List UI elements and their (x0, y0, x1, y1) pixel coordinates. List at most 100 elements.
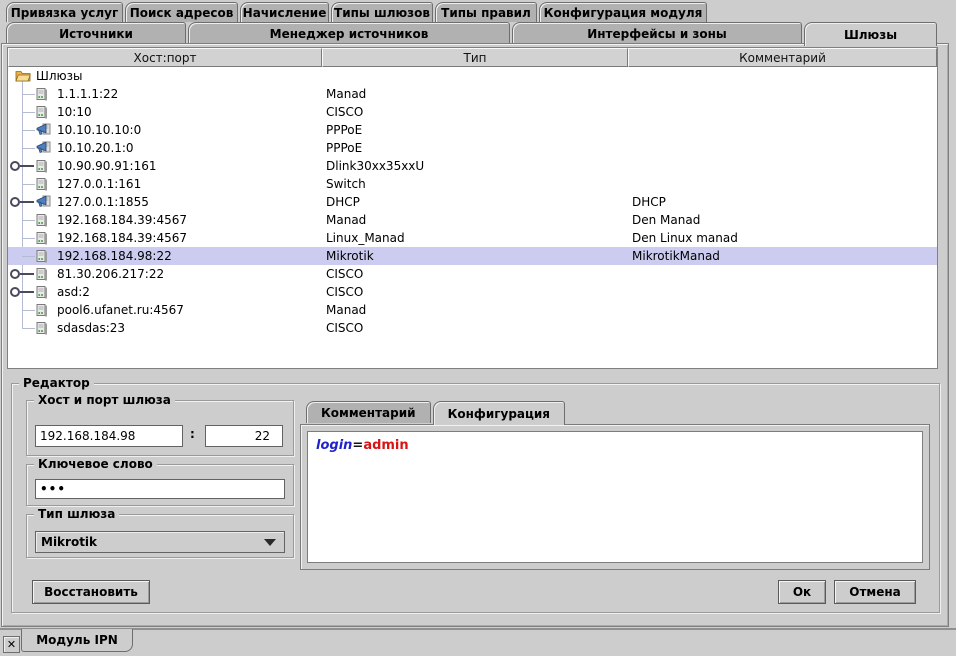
restore-button[interactable]: Восстановить (32, 580, 150, 604)
tab-rule-types[interactable]: Типы правил (435, 2, 537, 22)
gateway-comment-cell (628, 157, 937, 175)
editor-group-title: Редактор (19, 376, 94, 390)
gateway-host-label: 192.168.184.39:4567 (57, 211, 187, 229)
server-icon (36, 267, 52, 281)
table-row[interactable]: 10.10.10.10:0PPPoE (8, 121, 937, 139)
gateway-host-cell: asd:2 (8, 283, 322, 301)
gateway-comment-cell (628, 67, 937, 85)
gateway-comment-cell (628, 265, 937, 283)
gateway-comment-cell (628, 103, 937, 121)
gateway-host-cell: 81.30.206.217:22 (8, 265, 322, 283)
host-input[interactable] (35, 425, 183, 447)
table-row[interactable]: 127.0.0.1:161Switch (8, 175, 937, 193)
tab-service-binding[interactable]: Привязка услуг (6, 2, 123, 22)
table-row[interactable]: 81.30.206.217:22 CISCO (8, 265, 937, 283)
gateway-host-cell: sdasdas:23 (8, 319, 322, 337)
gateway-host-cell: 10.10.10.10:0 (8, 121, 322, 139)
gateway-host-cell: 192.168.184.39:4567 (8, 229, 322, 247)
server-icon (36, 303, 52, 317)
table-row[interactable]: 10.10.20.1:0 PPPoE (8, 139, 937, 157)
table-row[interactable]: 10.90.90.91:161Dlink30xx35xxU (8, 157, 937, 175)
keyword-group: Ключевое слово (26, 464, 294, 506)
tab-configuration[interactable]: Конфигурация (433, 401, 565, 425)
table-row[interactable]: 192.168.184.98:22MikrotikMikrotikManad (8, 247, 937, 265)
editor-subtabs: КомментарийКонфигурация (306, 401, 565, 424)
tab-address-search[interactable]: Поиск адресов (125, 2, 238, 22)
config-equals: = (352, 438, 363, 453)
table-row[interactable]: sdasdas:23CISCO (8, 319, 937, 337)
gateway-type-group-title: Тип шлюза (34, 507, 119, 521)
gateway-host-label: pool6.ufanet.ru:4567 (57, 301, 184, 319)
expand-handle-icon[interactable] (8, 283, 34, 301)
keyword-password-input[interactable] (35, 479, 285, 499)
configuration-textarea[interactable]: login=admin (307, 431, 923, 563)
gateway-comment-cell: DHCP (628, 193, 937, 211)
gateway-type-cell (322, 67, 628, 85)
port-input[interactable] (205, 425, 283, 447)
open-folder-icon (15, 69, 31, 83)
tab-gateway-types[interactable]: Типы шлюзов (331, 2, 433, 22)
gateway-host-label: Шлюзы (36, 67, 82, 85)
column-header-host-port[interactable]: Хост:порт (8, 48, 322, 67)
server-icon (36, 87, 52, 101)
gateway-host-cell: 10.10.20.1:0 (8, 139, 322, 157)
tab-gateways[interactable]: Шлюзы (804, 22, 937, 46)
server-icon (36, 285, 52, 299)
tab-interfaces-zones[interactable]: Интерфейсы и зоны (512, 22, 802, 44)
gateway-host-cell: 10:10 (8, 103, 322, 121)
server-icon (36, 177, 52, 191)
table-row[interactable]: 192.168.184.39:4567ManadDen Manad (8, 211, 937, 229)
tree-branch-line (8, 247, 34, 265)
gateway-comment-cell (628, 121, 937, 139)
expand-handle-icon[interactable] (8, 265, 34, 283)
gateway-type-cell: CISCO (322, 265, 628, 283)
server-icon (36, 321, 52, 335)
gateway-host-cell: Шлюзы (8, 67, 322, 85)
server-icon (36, 249, 52, 263)
tab-comment[interactable]: Комментарий (306, 401, 431, 423)
tab-source-manager[interactable]: Менеджер источников (188, 22, 510, 44)
gateway-host-label: 81.30.206.217:22 (57, 265, 164, 283)
column-header-type[interactable]: Тип (322, 48, 628, 67)
gateway-comment-cell (628, 319, 937, 337)
table-row[interactable]: asd:2CISCO (8, 283, 937, 301)
gateway-type-cell: Mikrotik (322, 247, 628, 265)
expand-handle-icon[interactable] (8, 157, 34, 175)
gateway-host-label: 192.168.184.98:22 (57, 247, 172, 265)
host-port-group-title: Хост и порт шлюза (34, 393, 175, 407)
gateway-type-cell: Manad (322, 301, 628, 319)
expand-handle-icon[interactable] (8, 193, 34, 211)
table-row[interactable]: 127.0.0.1:1855 DHCPDHCP (8, 193, 937, 211)
gateway-type-cell: PPPoE (322, 121, 628, 139)
megaphone-icon (36, 141, 52, 155)
gateway-host-cell: 1.1.1.1:22 (8, 85, 322, 103)
tree-branch-line (8, 175, 34, 193)
host-port-separator: : (190, 427, 195, 441)
gateway-comment-cell (628, 301, 937, 319)
tab-module-configuration[interactable]: Конфигурация модуля (539, 2, 707, 22)
tree-branch-line (8, 85, 34, 103)
tree-branch-line (8, 229, 34, 247)
table-row[interactable]: 192.168.184.39:4567Linux_ManadDen Linux … (8, 229, 937, 247)
tab-accrual[interactable]: Начисление (240, 2, 329, 22)
gateway-host-label: 127.0.0.1:1855 (57, 193, 149, 211)
table-row[interactable]: 10:10CISCO (8, 103, 937, 121)
table-row[interactable]: 1.1.1.1:22Manad (8, 85, 937, 103)
tab-module-ipn[interactable]: Модуль IPN (21, 629, 133, 652)
ok-button[interactable]: Ок (778, 580, 826, 604)
gateway-type-cell: PPPoE (322, 139, 628, 157)
tree-branch-line (8, 319, 34, 337)
table-row[interactable]: pool6.ufanet.ru:4567 Manad (8, 301, 937, 319)
tree-root-row[interactable]: Шлюзы (8, 67, 937, 85)
tab-sources[interactable]: Источники (6, 22, 186, 44)
gateway-type-cell: DHCP (322, 193, 628, 211)
gateway-host-cell: 127.0.0.1:1855 (8, 193, 322, 211)
cancel-button[interactable]: Отмена (834, 580, 916, 604)
gateway-host-label: 10.10.20.1:0 (57, 139, 134, 157)
close-module-button[interactable]: ✕ (3, 636, 20, 653)
gateway-type-combobox[interactable]: Mikrotik (35, 531, 285, 553)
server-icon (36, 213, 52, 227)
column-header-comment[interactable]: Комментарий (628, 48, 937, 67)
table-header: Хост:портТипКомментарий (8, 48, 937, 67)
gateway-host-label: asd:2 (57, 283, 90, 301)
